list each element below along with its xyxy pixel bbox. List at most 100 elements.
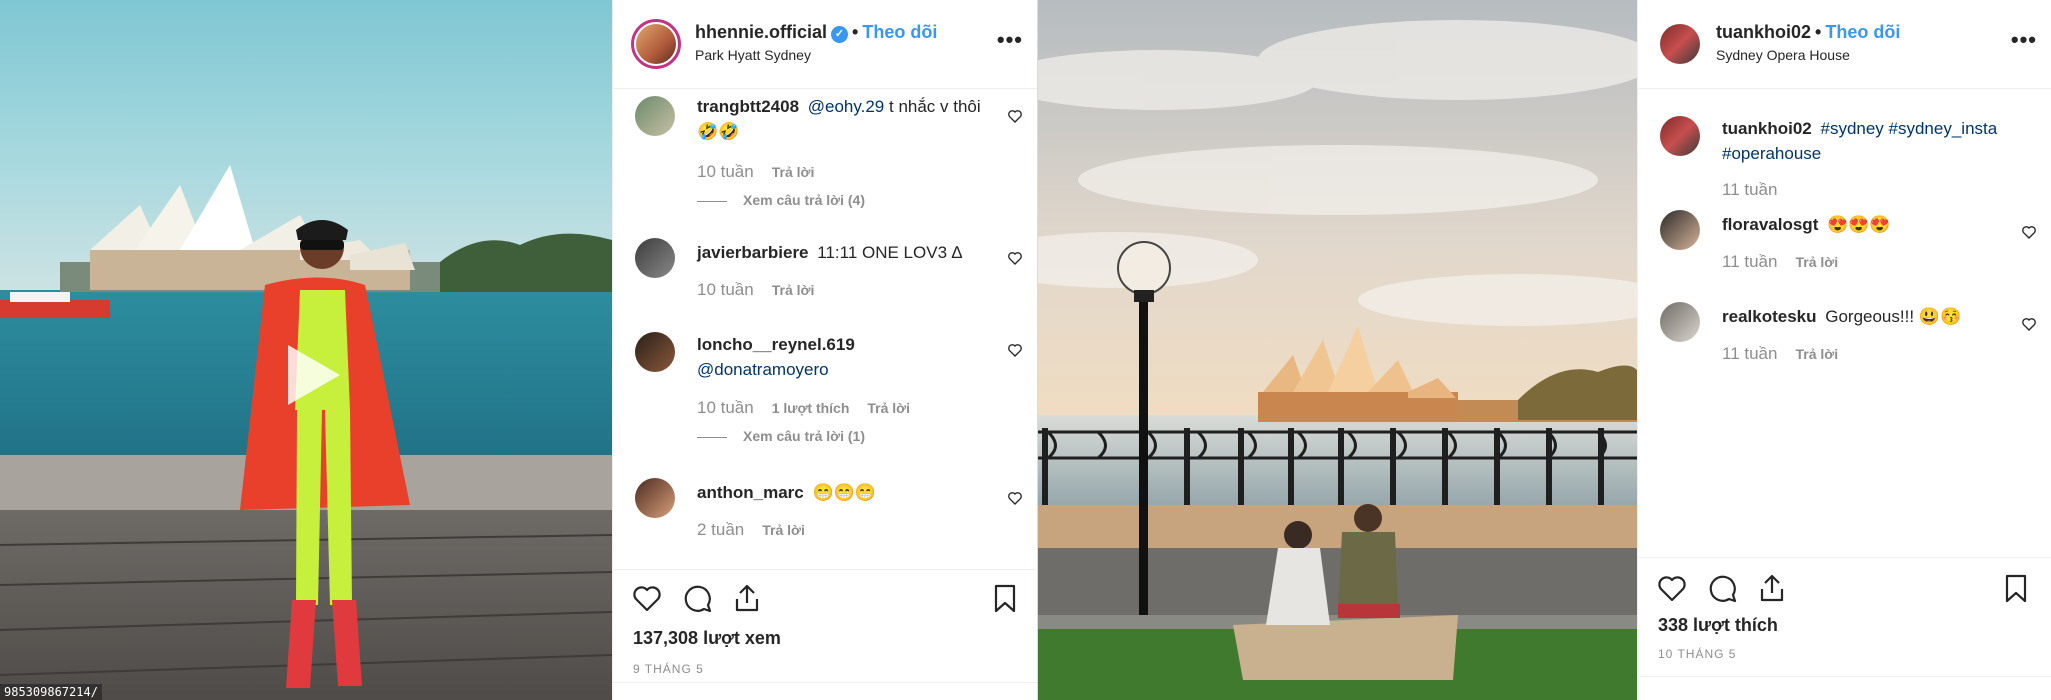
- bookmark-icon[interactable]: [989, 582, 1021, 614]
- comment-age[interactable]: 10 tuần: [697, 162, 754, 181]
- heart-icon[interactable]: [1656, 572, 1688, 604]
- caption-username[interactable]: tuankhoi02: [1722, 119, 1812, 138]
- view-replies-button[interactable]: Xem câu trả lời (1): [697, 428, 865, 444]
- avatar[interactable]: [635, 332, 675, 372]
- caption-meta: 11 tuần: [1722, 180, 1777, 200]
- comment-meta: 11 tuần Trả lời: [1722, 252, 1838, 272]
- post-side-panel: tuankhoi02 • Theo dõi Sydney Opera House •…: [1637, 0, 2051, 700]
- post-header: hhennie.official ✓ • Theo dõi Park Hyatt Sy…: [613, 0, 1037, 89]
- comment-text: realkotesku Gorgeous!!! 😃😚: [1722, 304, 2007, 329]
- comment-like-heart-icon[interactable]: [2021, 224, 2037, 240]
- location-link[interactable]: Sydney Opera House: [1716, 47, 1850, 63]
- actions-divider: [613, 569, 1037, 570]
- comment-meta: 2 tuần Trả lời: [697, 520, 805, 540]
- avatar[interactable]: [1660, 116, 1700, 156]
- comments-list[interactable]: tuankhoi02 #sydney #sydney_insta #operah…: [1638, 90, 2051, 570]
- reply-button[interactable]: Trả lời: [762, 522, 805, 538]
- add-comment-bar: [613, 682, 1037, 700]
- caption-age[interactable]: 11 tuần: [1722, 180, 1777, 199]
- post-side-panel: hhennie.official ✓ • Theo dõi Park Hyatt Sy…: [612, 0, 1038, 700]
- comment-icon[interactable]: [1706, 572, 1738, 604]
- more-options-icon[interactable]: •••: [2011, 29, 2037, 51]
- comment-username[interactable]: anthon_marc: [697, 483, 804, 502]
- comment-meta: 10 tuần Trả lời: [697, 162, 814, 182]
- avatar[interactable]: [1660, 210, 1700, 250]
- share-icon[interactable]: [1756, 572, 1788, 604]
- comment-username[interactable]: floravalosgt: [1722, 215, 1818, 234]
- avatar[interactable]: [635, 478, 675, 518]
- more-options-icon[interactable]: •••: [997, 29, 1023, 51]
- username-link[interactable]: hhennie.official: [695, 22, 827, 42]
- post-image[interactable]: [1038, 0, 1637, 700]
- reply-button[interactable]: Trả lời: [772, 164, 815, 180]
- avatar[interactable]: [1660, 24, 1700, 64]
- comment-mention[interactable]: @donatramoyero: [697, 360, 829, 379]
- post-header: tuankhoi02 • Theo dõi Sydney Opera House •…: [1638, 0, 2051, 89]
- comment-body: 11:11 ONE LOV3 ∆: [817, 243, 963, 262]
- comment-text: javierbarbiere 11:11 ONE LOV3 ∆: [697, 240, 993, 265]
- comment-like-heart-icon[interactable]: [1007, 342, 1023, 358]
- reply-button[interactable]: Trả lời: [1795, 346, 1838, 362]
- comment-like-heart-icon[interactable]: [1007, 250, 1023, 266]
- comment-text: anthon_marc 😁😁😁: [697, 480, 993, 505]
- location-link[interactable]: Park Hyatt Sydney: [695, 47, 811, 63]
- comment-username[interactable]: loncho__reynel.619: [697, 335, 855, 354]
- avatar[interactable]: [631, 19, 681, 69]
- comment-body: 😁😁😁: [812, 483, 876, 502]
- add-comment-bar: [1638, 676, 2051, 700]
- comment-mention[interactable]: @eohy.29: [808, 97, 885, 116]
- reply-button[interactable]: Trả lời: [772, 282, 815, 298]
- avatar[interactable]: [635, 96, 675, 136]
- follow-button[interactable]: Theo dõi: [1825, 22, 1900, 42]
- caption-text: tuankhoi02 #sydney #sydney_insta #operah…: [1722, 116, 2007, 166]
- likes-count[interactable]: 338 lượt thích: [1658, 615, 1778, 636]
- comment-icon[interactable]: [681, 582, 713, 614]
- comment-username[interactable]: javierbarbiere: [697, 243, 809, 262]
- instagram-post-hhennie: 985309867214/ hhennie.official ✓ • Theo dõi…: [0, 0, 1038, 700]
- comment-body: 😍😍😍: [1827, 215, 1891, 234]
- avatar[interactable]: [1660, 302, 1700, 342]
- share-icon[interactable]: [731, 582, 763, 614]
- comments-list[interactable]: trangbtt2408 @eohy.29 t nhắc v thôi 🤣🤣 1…: [613, 90, 1037, 570]
- comment-meta: 11 tuần Trả lời: [1722, 344, 1838, 364]
- post-author: tuankhoi02 • Theo dõi: [1716, 22, 1900, 43]
- post-date[interactable]: 10 THÁNG 5: [1658, 647, 1736, 661]
- separator-dot: •: [852, 22, 859, 42]
- comment-like-heart-icon[interactable]: [2021, 316, 2037, 332]
- comment-likes-count[interactable]: 1 lượt thích: [772, 400, 850, 416]
- comment-username[interactable]: realkotesku: [1722, 307, 1817, 326]
- username-link[interactable]: tuankhoi02: [1716, 22, 1811, 42]
- comment-username[interactable]: trangbtt2408: [697, 97, 799, 116]
- media-overlay-id: 985309867214/: [0, 684, 102, 700]
- follow-button[interactable]: Theo dõi: [862, 22, 937, 42]
- photo-opera-house-sunset: [1038, 0, 1637, 700]
- play-icon[interactable]: [270, 335, 350, 415]
- instagram-post-tuankhoi: tuankhoi02 • Theo dõi Sydney Opera House •…: [1038, 0, 2051, 700]
- comment-text: floravalosgt 😍😍😍: [1722, 212, 2007, 237]
- comment-age[interactable]: 10 tuần: [697, 280, 754, 299]
- comment-age[interactable]: 11 tuần: [1722, 344, 1777, 363]
- reply-button[interactable]: Trả lời: [1795, 254, 1838, 270]
- comment-like-heart-icon[interactable]: [1007, 108, 1023, 124]
- separator-dot: •: [1815, 22, 1822, 42]
- post-video[interactable]: 985309867214/: [0, 0, 612, 700]
- actions-divider: [1638, 557, 2051, 558]
- comment-like-heart-icon[interactable]: [1007, 490, 1023, 506]
- comment-meta: 10 tuần 1 lượt thích Trả lời: [697, 398, 910, 418]
- reply-button[interactable]: Trả lời: [867, 400, 910, 416]
- comment-text: trangbtt2408 @eohy.29 t nhắc v thôi 🤣🤣: [697, 94, 993, 144]
- post-date[interactable]: 9 THÁNG 5: [633, 662, 704, 676]
- heart-icon[interactable]: [631, 582, 663, 614]
- comment-age[interactable]: 10 tuần: [697, 398, 754, 417]
- post-author: hhennie.official ✓ • Theo dõi: [695, 22, 937, 43]
- comment-text: loncho__reynel.619 @donatramoyero: [697, 332, 993, 382]
- comment-age[interactable]: 11 tuần: [1722, 252, 1777, 271]
- comment-body: Gorgeous!!! 😃😚: [1825, 307, 1962, 326]
- verified-badge-icon: ✓: [831, 26, 849, 43]
- avatar[interactable]: [635, 238, 675, 278]
- comment-age[interactable]: 2 tuần: [697, 520, 744, 539]
- bookmark-icon[interactable]: [2000, 572, 2032, 604]
- views-count[interactable]: 137,308 lượt xem: [633, 628, 781, 649]
- comment-meta: 10 tuần Trả lời: [697, 280, 814, 300]
- view-replies-button[interactable]: Xem câu trả lời (4): [697, 192, 865, 208]
